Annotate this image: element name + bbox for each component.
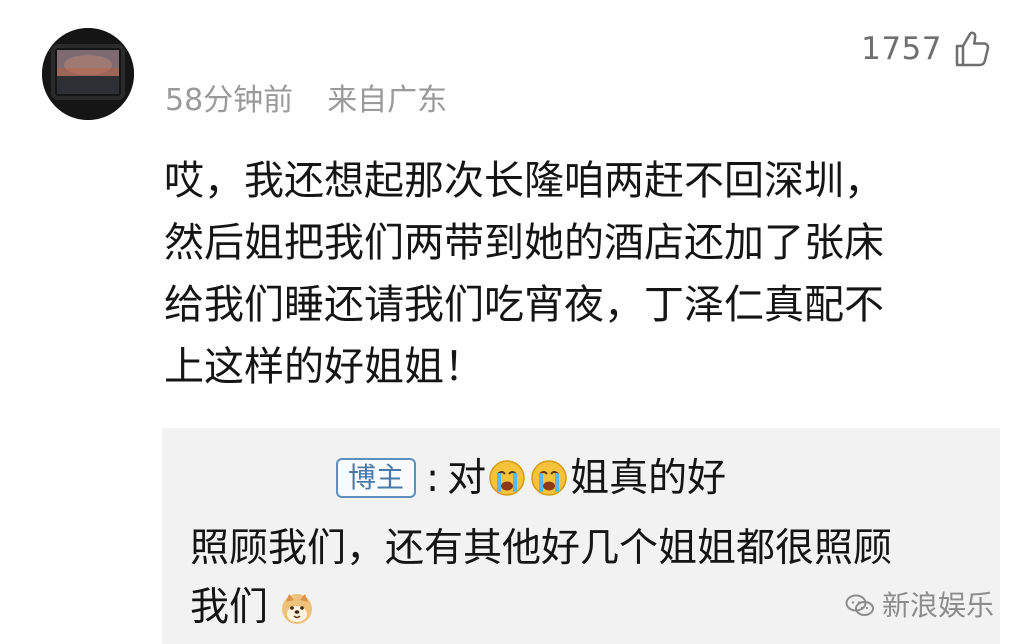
- reply-line-1-tail: 姐真的好: [570, 455, 727, 501]
- comment-meta: 58分钟前 来自广东: [165, 86, 447, 116]
- comment-line: 上这样的好姐姐！: [164, 344, 484, 390]
- thumbs-up-icon[interactable]: [954, 30, 990, 68]
- comment-line: 哎，我还想起那次长隆咱两赶不回深圳，: [164, 158, 884, 204]
- comment-location: 来自广东: [327, 83, 448, 118]
- dog-emoji: [278, 589, 316, 627]
- reply-colon: :: [426, 455, 440, 501]
- watermark-text: 新浪娱乐: [881, 589, 994, 622]
- source-watermark: 新浪娱乐: [844, 592, 994, 620]
- reply-prefix: 对: [447, 455, 487, 501]
- reply-line-2: 照顾我们，还有其他好几个姐姐都很照顾: [190, 526, 893, 571]
- author-badge: 博主: [336, 458, 417, 498]
- crying-face-emoji: [530, 459, 568, 497]
- like-count: 1757: [861, 30, 942, 67]
- avatar-image: [42, 28, 134, 120]
- comment-line: 然后姐把我们两带到她的酒店还加了张床: [164, 220, 884, 266]
- crying-face-emoji: [488, 459, 526, 497]
- comment-time: 58分钟前: [165, 83, 294, 118]
- reply-line-1: 博主 : 对 姐真的好: [336, 458, 726, 498]
- comment-line: 给我们睡还请我们吃宵夜，丁泽仁真配不: [164, 282, 884, 328]
- like-area[interactable]: 1757: [861, 30, 990, 68]
- comment-body: 哎，我还想起那次长隆咱两赶不回深圳， 然后姐把我们两带到她的酒店还加了张床 给我…: [164, 150, 994, 398]
- reply-line-3-text: 我们: [190, 585, 269, 630]
- wechat-icon: [844, 593, 876, 619]
- reply-line-3: 我们: [190, 588, 316, 627]
- avatar[interactable]: [42, 28, 134, 120]
